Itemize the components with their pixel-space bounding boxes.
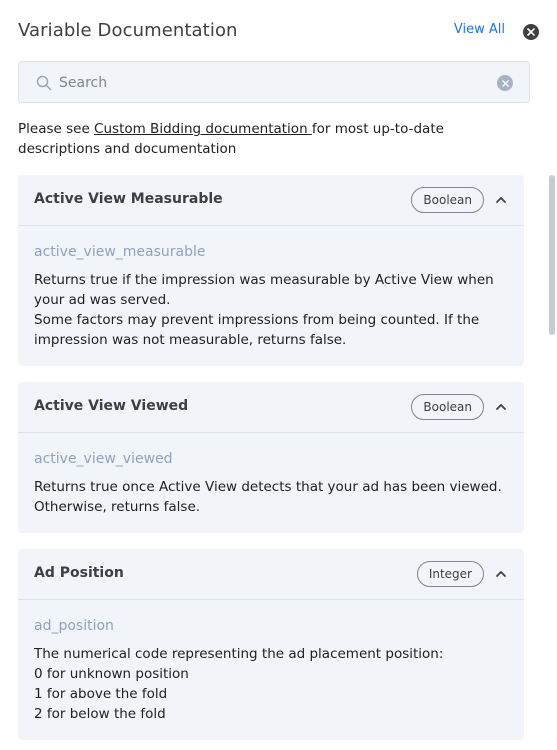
panel-header: Variable Documentation View All — [18, 18, 539, 46]
search-box — [18, 61, 530, 103]
card-header[interactable]: Active View Measurable Boolean — [18, 175, 524, 226]
chevron-up-icon[interactable] — [494, 193, 508, 207]
card-body: active_view_measurable Returns true if t… — [18, 226, 524, 366]
card-title: Active View Measurable — [34, 191, 223, 207]
close-icon — [527, 28, 535, 36]
card-body: active_view_viewed Returns true once Act… — [18, 433, 524, 533]
variable-name: active_view_measurable — [34, 244, 206, 260]
clear-icon — [501, 79, 509, 87]
variable-documentation-panel: Variable Documentation View All Please s… — [0, 0, 557, 750]
clear-search-button[interactable] — [497, 75, 513, 91]
type-badge: Boolean — [411, 187, 484, 213]
card-title: Ad Position — [34, 565, 124, 581]
variable-card: Active View Measurable Boolean active_vi… — [18, 175, 524, 366]
variable-name: active_view_viewed — [34, 451, 173, 467]
card-header[interactable]: Active View Viewed Boolean — [18, 382, 524, 433]
variable-card: Ad Position Integer ad_position The nume… — [18, 549, 524, 740]
type-badge: Integer — [416, 561, 484, 587]
card-body: ad_position The numerical code represent… — [18, 600, 524, 740]
variable-description: Returns true if the impression was measu… — [34, 272, 494, 348]
intro-prefix: Please see — [18, 121, 95, 137]
variable-name: ad_position — [34, 618, 114, 634]
variable-card: Active View Viewed Boolean active_view_v… — [18, 382, 524, 533]
intro-text: Please see Custom Bidding documentation … — [18, 119, 524, 159]
view-all-link[interactable]: View All — [454, 22, 505, 37]
variable-description: The numerical code representing the ad p… — [34, 646, 444, 722]
chevron-up-icon[interactable] — [494, 400, 508, 414]
card-title: Active View Viewed — [34, 398, 189, 414]
custom-bidding-docs-link[interactable]: Custom Bidding documentation — [94, 121, 312, 137]
close-button[interactable] — [523, 24, 539, 40]
search-icon — [36, 75, 52, 91]
card-header[interactable]: Ad Position Integer — [18, 549, 524, 600]
search-input[interactable] — [59, 70, 479, 96]
panel-title: Variable Documentation — [18, 20, 238, 41]
type-badge: Boolean — [411, 394, 484, 420]
chevron-up-icon[interactable] — [494, 567, 508, 581]
scrollbar-thumb[interactable] — [549, 175, 555, 335]
variable-description: Returns true once Active View detects th… — [34, 479, 502, 515]
